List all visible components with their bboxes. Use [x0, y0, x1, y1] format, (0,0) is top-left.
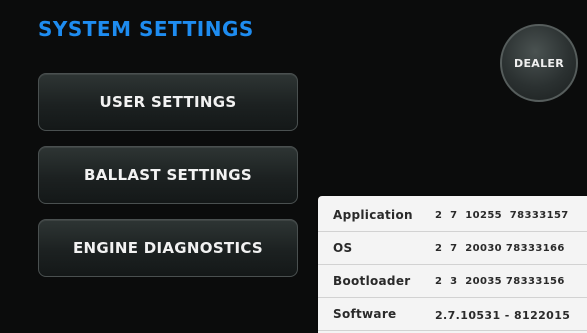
dealer-label: DEALER	[514, 56, 564, 70]
version-row-os: OS 2 7 20030 78333166	[318, 232, 587, 265]
version-label: OS	[333, 241, 353, 255]
version-label: Application	[333, 208, 413, 222]
user-settings-label: USER SETTINGS	[99, 93, 237, 111]
version-value: 2.7.10531 - 8122015	[435, 309, 571, 322]
version-value: 2 3 20035 78333156	[435, 276, 565, 287]
engine-diagnostics-label: ENGINE DIAGNOSTICS	[72, 239, 264, 257]
version-label: Software	[333, 307, 397, 321]
version-info-panel: Application 2 7 10255 78333157 OS 2 7 20…	[318, 196, 587, 333]
version-row-software: Software 2.7.10531 - 8122015	[318, 298, 587, 331]
version-value: 2 7 20030 78333166	[435, 243, 565, 254]
page-title: SYSTEM SETTINGS	[38, 17, 254, 41]
engine-diagnostics-button[interactable]: ENGINE DIAGNOSTICS	[38, 219, 298, 277]
version-row-application: Application 2 7 10255 78333157	[318, 199, 587, 232]
user-settings-button[interactable]: USER SETTINGS	[38, 73, 298, 131]
ballast-settings-button[interactable]: BALLAST SETTINGS	[38, 146, 298, 204]
dealer-button[interactable]: DEALER	[500, 24, 578, 102]
version-label: Bootloader	[333, 274, 411, 288]
ballast-settings-label: BALLAST SETTINGS	[84, 166, 252, 184]
system-settings-screen: SYSTEM SETTINGS USER SETTINGS BALLAST SE…	[0, 0, 587, 333]
version-value: 2 7 10255 78333157	[435, 210, 569, 221]
version-row-bootloader: Bootloader 2 3 20035 78333156	[318, 265, 587, 298]
